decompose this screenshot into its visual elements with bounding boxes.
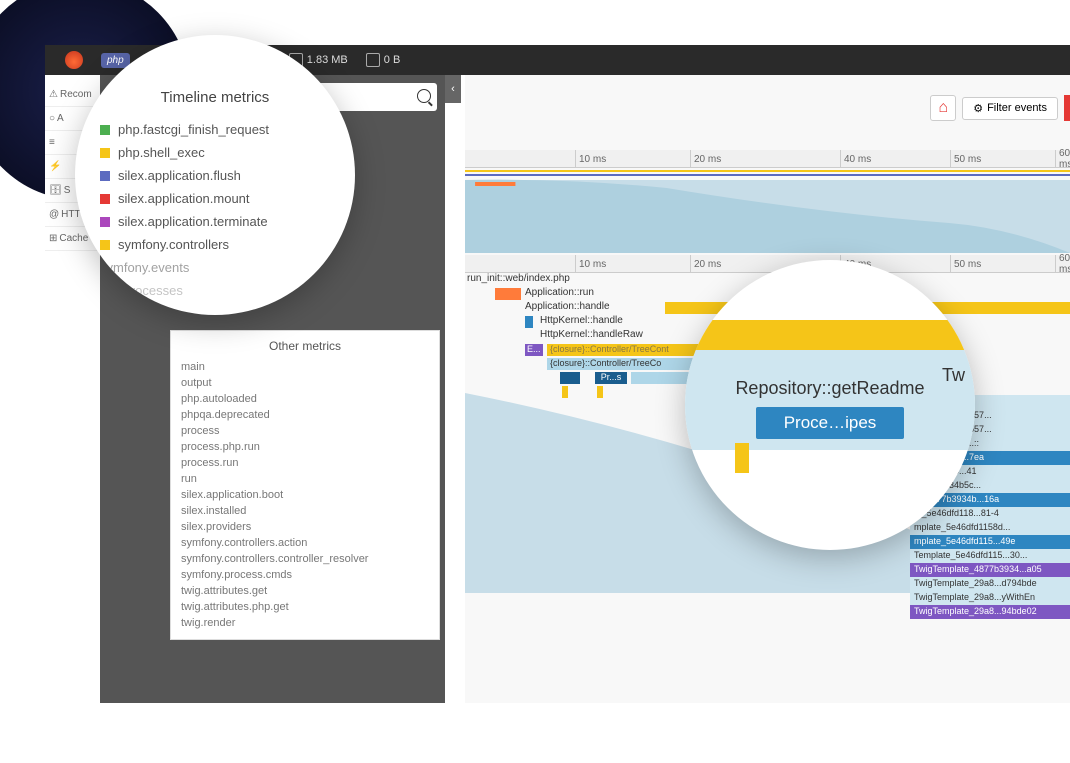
trace-process[interactable]: Pr...s: [595, 372, 627, 384]
metric-item[interactable]: symfony.events: [100, 256, 330, 279]
metric-item[interactable]: twig.attributes.get: [171, 583, 439, 599]
metric-item[interactable]: symfony.process.cmds: [171, 567, 439, 583]
color-swatch: [100, 194, 110, 204]
magnifier-metrics: ch Timeline metrics php.fastcgi_finish_r…: [75, 35, 355, 315]
metric-item[interactable]: main: [171, 359, 439, 375]
twig-template-row[interactable]: mplate_5e46dfd1158d...: [910, 521, 1070, 535]
trace-row-label[interactable]: HttpKernel::handle: [540, 315, 623, 326]
search-icon: [417, 89, 431, 103]
filter-events-button[interactable]: ⚙Filter events: [962, 97, 1058, 120]
home-button[interactable]: ⌂: [930, 95, 956, 121]
twig-template-row[interactable]: TwigTemplate_4877b3934...a05: [910, 563, 1070, 577]
metric-item[interactable]: process.run: [171, 455, 439, 471]
metric-item[interactable]: php.shell_exec: [100, 141, 330, 164]
twig-template-row[interactable]: te_5e46dfd118...81-4: [910, 507, 1070, 521]
ruler-tick: 60 ms: [1055, 150, 1070, 168]
metric-item[interactable]: process: [171, 423, 439, 439]
other-metrics-panel: Other metrics mainoutputphp.autoloadedph…: [170, 330, 440, 640]
flame-icon: [65, 51, 83, 69]
ruler-top: 10 ms 20 ms 40 ms 50 ms 60 ms: [465, 150, 1070, 168]
ruler-tick: 40 ms: [840, 150, 871, 168]
color-swatch: [100, 217, 110, 227]
color-swatch: [100, 148, 110, 158]
ruler-tick: 10 ms: [575, 255, 606, 273]
overview-wave[interactable]: [465, 168, 1070, 253]
metric-item[interactable]: silex.application.boot: [171, 487, 439, 503]
net-metric: 0 B: [366, 53, 401, 67]
metric-item[interactable]: twig.render: [171, 615, 439, 631]
php-badge: php: [101, 53, 130, 68]
ruler-tick: 50 ms: [950, 150, 981, 168]
metric-item[interactable]: phpqa.deprecated: [171, 407, 439, 423]
magnifier-trace: Repository::getReadme Tw Proce…ipes: [685, 260, 975, 550]
filter-icon: ⚙: [973, 102, 983, 115]
twig-template-row[interactable]: Template_5e46dfd115...30...: [910, 549, 1070, 563]
sidebar-item[interactable]: ⚠ Recom: [45, 83, 100, 107]
collapse-toggle[interactable]: ‹: [445, 75, 461, 103]
metric-item[interactable]: process.php.run: [171, 439, 439, 455]
metric-item[interactable]: symfony.controllers.action: [171, 535, 439, 551]
trace-row-label[interactable]: Application::run: [525, 287, 594, 298]
twig-template-row[interactable]: TwigTemplate_29a8...94bde02: [910, 605, 1070, 619]
ruler-tick: 60 ms: [1055, 255, 1070, 273]
metric-item[interactable]: silex.application.flush: [100, 164, 330, 187]
ruler-bottom: 10 ms20 ms40 ms50 ms60 ms: [465, 255, 1070, 273]
trace-method-label: Repository::getReadme: [735, 378, 924, 399]
timeline-metrics-title: Timeline metrics: [100, 89, 330, 106]
color-swatch: [100, 171, 110, 181]
trace-row-label[interactable]: Application::handle: [525, 301, 610, 312]
trace-row-label[interactable]: HttpKernel::handleRaw: [540, 329, 643, 340]
shell-exec-bar: [735, 443, 749, 473]
record-button[interactable]: [1064, 95, 1070, 121]
metric-item[interactable]: run: [171, 471, 439, 487]
twig-template-row[interactable]: TwigTemplate_29a8...d794bde: [910, 577, 1070, 591]
ruler-tick: 10 ms: [575, 150, 606, 168]
trace-event[interactable]: E...: [525, 344, 543, 356]
twig-template-row[interactable]: TwigTemplate_29a8...yWithEn: [910, 591, 1070, 605]
network-icon: [366, 53, 380, 67]
metric-item[interactable]: php.autoloaded: [171, 391, 439, 407]
metric-item[interactable]: symfony.controllers: [100, 233, 330, 256]
ruler-tick: 50 ms: [950, 255, 981, 273]
color-swatch: [100, 240, 110, 250]
trace-root[interactable]: run_init::web/index.php: [467, 273, 570, 284]
metric-item[interactable]: output: [171, 375, 439, 391]
search-text: ch: [100, 65, 330, 81]
trace-process-bar[interactable]: Proce…ipes: [756, 407, 905, 439]
ruler-tick: 20 ms: [690, 150, 721, 168]
metric-item[interactable]: ony.processes: [100, 279, 330, 302]
twig-template-row[interactable]: mplate_5e46dfd115...49e: [910, 535, 1070, 549]
metric-item[interactable]: silex.installed: [171, 503, 439, 519]
color-swatch: [100, 125, 110, 135]
other-metrics-title: Other metrics: [171, 339, 439, 353]
metric-item[interactable]: silex.application.mount: [100, 187, 330, 210]
metric-item[interactable]: twig.attributes.php.get: [171, 599, 439, 615]
metric-item[interactable]: symfony.controllers.controller_resolver: [171, 551, 439, 567]
twig-label: Tw: [942, 365, 965, 386]
metric-item[interactable]: silex.providers: [171, 519, 439, 535]
ruler-tick: 20 ms: [690, 255, 721, 273]
metric-item[interactable]: php.fastcgi_finish_request: [100, 118, 330, 141]
metric-item[interactable]: silex.application.terminate: [100, 210, 330, 233]
home-icon: ⌂: [938, 99, 948, 117]
